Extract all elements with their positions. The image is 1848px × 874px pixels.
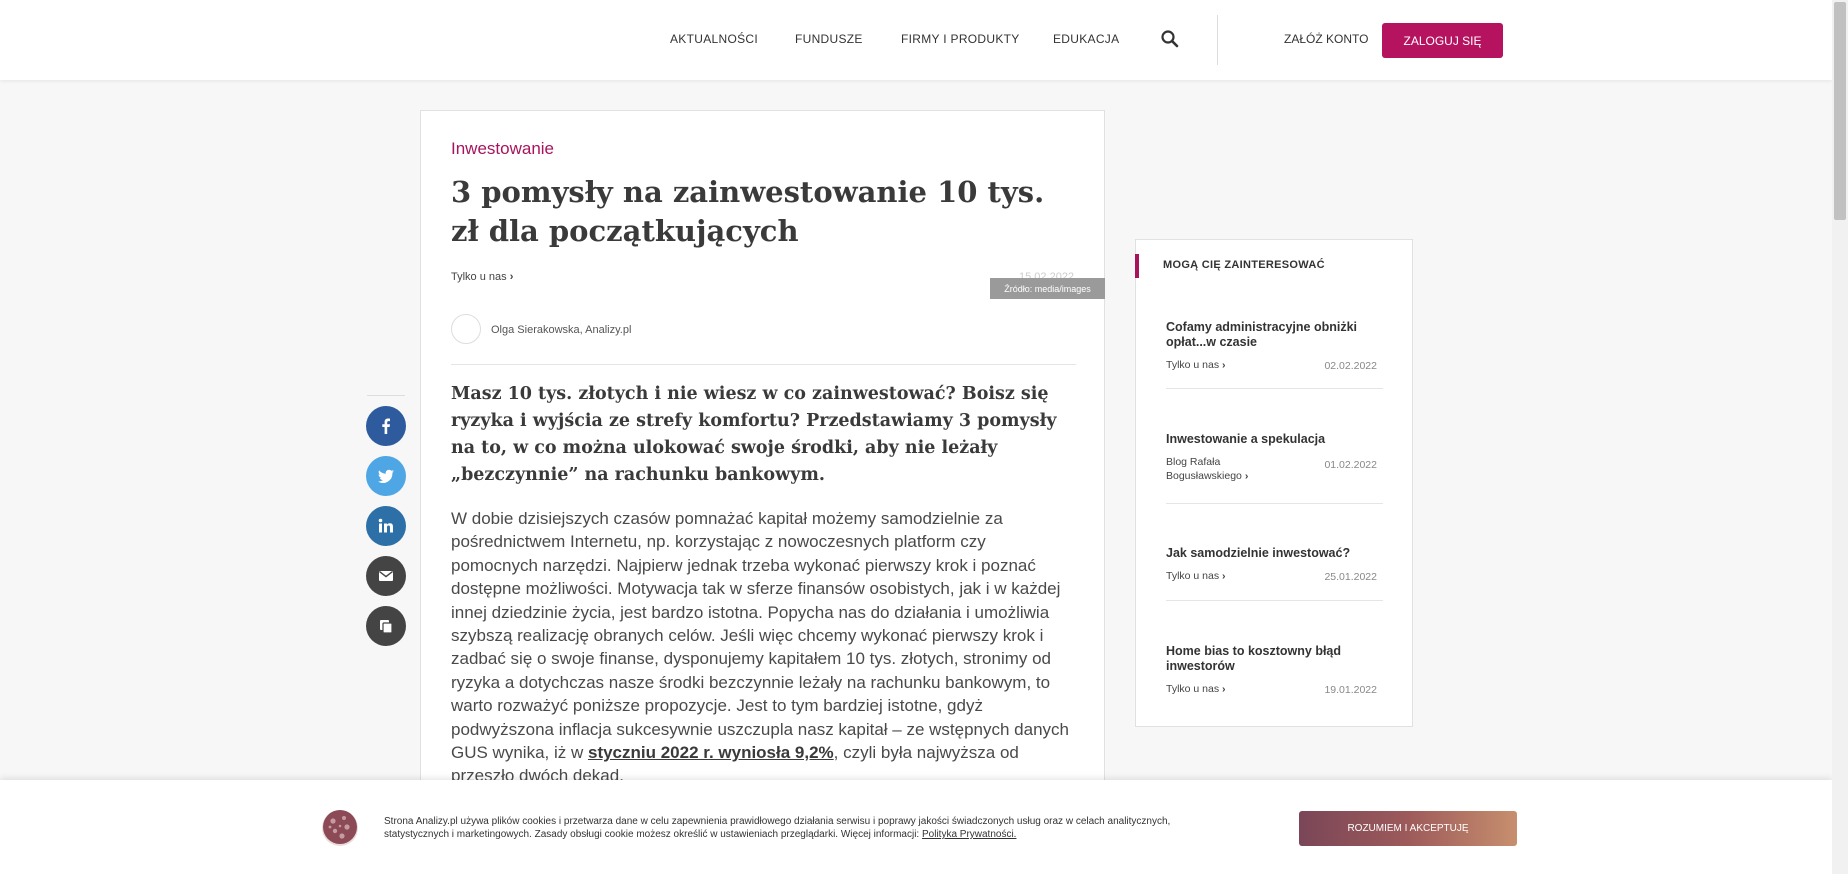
- article-body: W dobie dzisiejszych czasów pomnażać kap…: [451, 507, 1076, 788]
- related-item-date: 19.01.2022: [1324, 684, 1377, 696]
- related-item-tag[interactable]: Tylko u nas ›: [1166, 569, 1226, 583]
- nav-firmy-i-produkty[interactable]: FIRMY I PRODUKTY: [901, 32, 1020, 46]
- related-item-tag[interactable]: Tylko u nas ›: [1166, 682, 1226, 696]
- share-email-button[interactable]: [366, 556, 406, 596]
- copy-icon: [380, 620, 393, 634]
- related-item[interactable]: Home bias to kosztowny błąd inwestorów T…: [1166, 644, 1383, 696]
- nav-aktualnosci[interactable]: AKTUALNOŚCI: [670, 32, 758, 46]
- article-tag-label: Tylko u nas: [451, 271, 507, 283]
- related-item-tag-label: Blog Rafała Bogusławskiego: [1166, 456, 1242, 482]
- article-title: 3 pomysły na zainwestowanie 10 tys. zł d…: [451, 175, 1045, 248]
- share-linkedin-button[interactable]: [366, 506, 406, 546]
- chevron-right-icon: ›: [1222, 683, 1226, 695]
- cookie-message: Strona Analizy.pl używa plików cookies i…: [384, 816, 1171, 840]
- register-link[interactable]: ZAŁÓŻ KONTO: [1284, 32, 1368, 46]
- related-item-date: 02.02.2022: [1324, 360, 1377, 372]
- chevron-right-icon: ›: [1222, 570, 1226, 582]
- header-divider: [1217, 15, 1218, 65]
- article-category[interactable]: Inwestowanie: [451, 139, 554, 159]
- related-item[interactable]: Cofamy administracyjne obniżki opłat...w…: [1166, 320, 1383, 372]
- site-header: AKTUALNOŚCI FUNDUSZE FIRMY I PRODUKTY ED…: [0, 0, 1832, 80]
- related-item-date: 01.02.2022: [1324, 459, 1377, 471]
- nav-fundusze[interactable]: FUNDUSZE: [795, 32, 863, 46]
- privacy-policy-link[interactable]: Polityka Prywatności.: [922, 829, 1016, 840]
- sidebar-accent: [1135, 254, 1139, 278]
- accept-cookies-button[interactable]: ROZUMIEM I AKCEPTUJĘ: [1299, 811, 1517, 846]
- chevron-right-icon: ›: [509, 271, 514, 283]
- related-item-title[interactable]: Cofamy administracyjne obniżki opłat...w…: [1166, 320, 1383, 350]
- related-sidebar: MOGĄ CIĘ ZAINTERESOWAĆ Cofamy administra…: [1135, 239, 1413, 727]
- twitter-icon: [378, 469, 394, 483]
- article-divider: [451, 364, 1076, 365]
- related-item-title[interactable]: Home bias to kosztowny błąd inwestorów: [1166, 644, 1383, 674]
- inflation-link[interactable]: styczniu 2022 r. wyniosła 9,2%: [588, 743, 834, 762]
- related-item-tag-label: Tylko u nas: [1166, 683, 1220, 695]
- email-icon: [379, 571, 393, 581]
- nav-edukacja[interactable]: EDUKACJA: [1053, 32, 1119, 46]
- related-item-tag-label: Tylko u nas: [1166, 359, 1220, 371]
- related-item-title[interactable]: Inwestowanie a spekulacja: [1166, 432, 1383, 447]
- related-divider: [1166, 600, 1383, 601]
- related-item[interactable]: Inwestowanie a spekulacja Blog Rafała Bo…: [1166, 432, 1383, 483]
- login-button[interactable]: ZALOGUJ SIĘ: [1382, 23, 1503, 58]
- scrollbar-thumb[interactable]: [1834, 2, 1846, 220]
- related-divider: [1166, 503, 1383, 504]
- chevron-right-icon: ›: [1222, 359, 1226, 371]
- share-copy-button[interactable]: [366, 606, 406, 646]
- related-item-tag[interactable]: Tylko u nas ›: [1166, 358, 1226, 372]
- related-item-tag-label: Tylko u nas: [1166, 570, 1220, 582]
- article-tag[interactable]: Tylko u nas ›: [451, 271, 513, 283]
- page-scrollbar[interactable]: [1832, 0, 1848, 874]
- image-source-badge: Źródło: media/images: [990, 278, 1105, 299]
- related-item[interactable]: Jak samodzielnie inwestować? Tylko u nas…: [1166, 546, 1383, 583]
- share-divider: [367, 395, 405, 396]
- article-body-text: W dobie dzisiejszych czasów pomnażać kap…: [451, 509, 1069, 763]
- related-item-tag[interactable]: Blog Rafała Bogusławskiego ›: [1166, 455, 1261, 483]
- author-name[interactable]: Olga Sierakowska, Analizy.pl: [491, 324, 631, 336]
- search-icon[interactable]: [1160, 29, 1180, 49]
- sidebar-title: MOGĄ CIĘ ZAINTERESOWAĆ: [1163, 259, 1325, 271]
- linkedin-icon: [378, 518, 393, 533]
- cookie-icon: [322, 810, 358, 846]
- related-divider: [1166, 388, 1383, 389]
- share-facebook-button[interactable]: [366, 406, 406, 446]
- related-item-date: 25.01.2022: [1324, 571, 1377, 583]
- cookie-banner: Strona Analizy.pl używa plików cookies i…: [0, 780, 1832, 874]
- related-item-title[interactable]: Jak samodzielnie inwestować?: [1166, 546, 1383, 561]
- article-card: Inwestowanie 3 pomysły na zainwestowanie…: [420, 110, 1105, 874]
- facebook-icon: [382, 418, 390, 434]
- article-lead: Masz 10 tys. złotych i nie wiesz w co za…: [451, 384, 1057, 485]
- author-avatar: [451, 314, 481, 344]
- cookie-text: Strona Analizy.pl używa plików cookies i…: [384, 815, 1214, 841]
- share-twitter-button[interactable]: [366, 456, 406, 496]
- chevron-right-icon: ›: [1244, 470, 1249, 482]
